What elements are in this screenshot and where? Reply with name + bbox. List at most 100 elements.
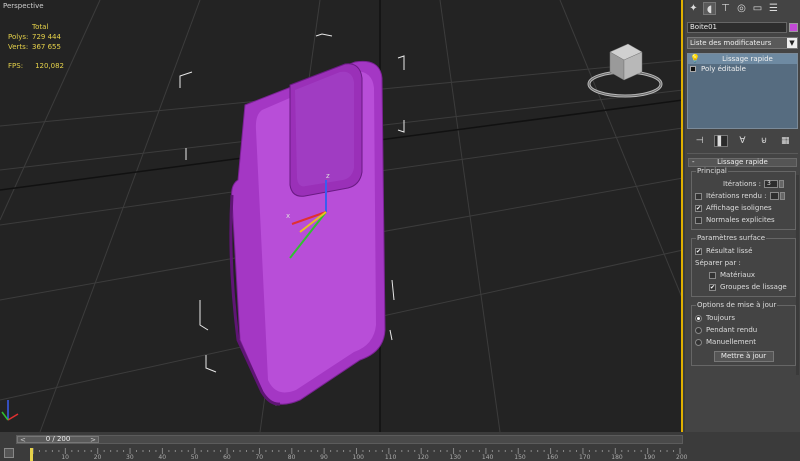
chevron-left-icon[interactable]: < (20, 437, 26, 444)
materials-label: Matériaux (720, 271, 756, 279)
ruler-tick-label: 60 (223, 454, 231, 461)
modifier-list-dropdown[interactable]: Liste des modificateurs ▼ (687, 37, 798, 49)
command-panel-tabs: ✦ ◖ ⊤ ◎ ▭ ☰ (685, 0, 800, 18)
group-title: Principal (696, 167, 728, 175)
ruler-tick-label: 10 (61, 454, 69, 461)
utilities-icon[interactable]: ☰ (767, 2, 780, 15)
perspective-viewport[interactable]: z x Perspective Total Polys: 729 444 Vert… (0, 0, 683, 432)
polys-value: 729 444 (32, 33, 61, 41)
motion-icon[interactable]: ◎ (735, 2, 748, 15)
show-end-result-icon[interactable]: ▌ (714, 135, 729, 147)
panel-scrollbar[interactable] (796, 175, 799, 375)
trackbar-toggle-icon[interactable] (4, 448, 14, 458)
smoothing-groups-checkbox[interactable]: ✔ (709, 283, 716, 291)
polys-label: Polys: (8, 33, 29, 41)
separate-label: Séparer par : (695, 259, 741, 267)
ruler-tick-label: 30 (126, 454, 134, 461)
ruler-tick-label: 100 (352, 454, 364, 461)
always-radio[interactable] (695, 314, 702, 322)
expand-box-icon[interactable] (690, 66, 696, 72)
viewcube[interactable] (586, 40, 664, 102)
iter-render-field[interactable] (769, 192, 779, 200)
object-name-field[interactable]: Boite01 (687, 22, 788, 33)
isolines-checkbox[interactable]: ✔ (695, 204, 702, 212)
render-radio[interactable] (695, 326, 702, 334)
object-color-swatch[interactable] (789, 23, 798, 32)
svg-text:z: z (326, 172, 330, 180)
timeline: < 0 / 200 > 10 20 30 40 50 60 70 80 90 100 110 120 1… (0, 432, 800, 461)
ruler-tick-label: 150 (514, 454, 526, 461)
group-title: Paramètres surface (696, 234, 767, 242)
fps-readout: FPS: 120,082 (8, 62, 64, 70)
ruler-tick-label: 200 (676, 454, 688, 461)
ruler-tick-label: 120 (417, 454, 429, 461)
iterations-spinner[interactable] (778, 180, 784, 188)
modifier-list-label: Liste des modificateurs (690, 39, 772, 47)
smooth-result-label: Résultat lissé (706, 247, 753, 255)
fps-label: FPS: (8, 62, 24, 70)
remove-modifier-icon[interactable]: ⊌ (757, 135, 771, 147)
make-unique-icon[interactable]: ∀ (735, 135, 749, 147)
rollout-header[interactable]: - Lissage rapide (688, 158, 797, 167)
manual-radio[interactable] (695, 338, 702, 346)
stats-overlay: Total Polys: 729 444 Verts: 367 655 (8, 22, 61, 52)
update-button[interactable]: Mettre à jour (713, 351, 774, 362)
group-update-options: Options de mise à jour Toujours Pendant … (691, 301, 796, 366)
verts-label: Verts: (8, 43, 29, 51)
rollout-title: Lissage rapide (717, 158, 768, 166)
materials-checkbox[interactable] (709, 271, 716, 279)
always-label: Toujours (706, 314, 735, 322)
explicit-normals-checkbox[interactable] (695, 216, 702, 224)
fps-value: 120,082 (35, 62, 65, 70)
hierarchy-icon[interactable]: ⊤ (719, 2, 732, 15)
create-icon[interactable]: ✦ (687, 2, 700, 15)
ruler-tick-label: 130 (449, 454, 461, 461)
ruler-tick-label: 180 (611, 454, 623, 461)
iter-render-spinner[interactable] (779, 192, 785, 200)
ruler-tick-label: 40 (158, 454, 167, 461)
pin-stack-icon[interactable]: ⊣ (693, 135, 707, 147)
ruler-tick-label: 140 (481, 454, 494, 461)
ruler-tick-label: 170 (578, 454, 591, 461)
stack-item-lissage-rapide[interactable]: 💡 Lissage rapide (688, 54, 797, 64)
viewport-label[interactable]: Perspective (3, 2, 44, 10)
explicit-normals-label: Normales explicites (706, 216, 775, 224)
ruler-tick-label: 80 (287, 454, 296, 461)
stack-item-label: Lissage rapide (722, 55, 773, 63)
stack-item-label: Poly éditable (701, 65, 746, 73)
command-panel: ✦ ◖ ⊤ ◎ ▭ ☰ Boite01 Liste des modificate… (685, 0, 800, 432)
time-slider-thumb[interactable]: < 0 / 200 > (17, 436, 99, 444)
modifier-stack[interactable]: 💡 Lissage rapide Poly éditable (687, 53, 798, 129)
display-icon[interactable]: ▭ (751, 2, 764, 15)
manual-label: Manuellement (706, 338, 757, 346)
ruler-tick-label: 190 (643, 454, 656, 461)
ruler-tick-label: 20 (93, 454, 102, 461)
stack-toolbar: ⊣ ▌ ∀ ⊌ ▦ (689, 135, 796, 149)
time-slider[interactable]: < 0 / 200 > (16, 435, 683, 444)
chevron-right-icon[interactable]: > (90, 437, 96, 444)
modify-icon[interactable]: ◖ (703, 2, 716, 15)
group-surface: Paramètres surface ✔ Résultat lissé Sépa… (691, 234, 796, 297)
ruler-tick-label: 70 (255, 454, 264, 461)
iter-render-checkbox[interactable] (695, 192, 702, 200)
lightbulb-icon[interactable]: 💡 (690, 54, 700, 64)
configure-sets-icon[interactable]: ▦ (778, 135, 792, 147)
ruler-tick-label: 90 (320, 454, 328, 461)
ruler-tick-label: 50 (190, 454, 199, 461)
iterations-label: Itérations : (723, 180, 761, 188)
svg-text:x: x (286, 212, 290, 220)
group-title: Options de mise à jour (696, 301, 778, 309)
viewport-scene: z x (0, 0, 681, 432)
iterations-field[interactable]: 3 (763, 180, 778, 188)
stack-item-poly-editable[interactable]: Poly éditable (688, 64, 797, 74)
chevron-down-icon[interactable]: ▼ (787, 38, 797, 48)
render-label: Pendant rendu (706, 326, 758, 334)
isolines-label: Affichage isolignes (706, 204, 772, 212)
ruler-tick-label: 110 (384, 454, 397, 461)
ruler-tick-label: 160 (546, 454, 559, 461)
smoothing-groups-label: Groupes de lissage (720, 283, 787, 291)
divider (687, 153, 798, 154)
stats-header: Total (32, 23, 49, 31)
collapse-icon: - (692, 158, 695, 166)
smooth-result-checkbox[interactable]: ✔ (695, 247, 702, 255)
